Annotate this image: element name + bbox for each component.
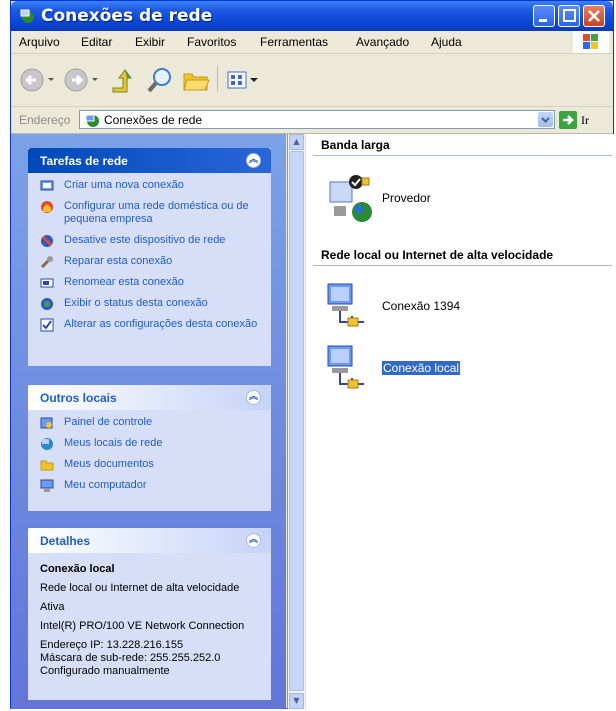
detail-status: Ativa xyxy=(40,601,65,613)
scroll-up-button[interactable]: ▲ xyxy=(289,134,304,150)
scroll-down-button[interactable]: ▼ xyxy=(289,693,304,709)
other-places-title: Outros locais xyxy=(40,391,117,405)
other-places-header[interactable]: Outros locais ︽ xyxy=(28,385,271,410)
rename-icon xyxy=(40,278,54,288)
views-button[interactable] xyxy=(225,66,261,94)
place-network-places[interactable]: Meus locais de rede xyxy=(40,437,261,450)
toolbar-separator xyxy=(217,66,218,92)
details-panel: Detalhes ︽ Conexão local Rede local ou I… xyxy=(28,528,271,700)
address-value: Conexões de rede xyxy=(104,113,203,127)
menu-favoritos[interactable]: Favoritos xyxy=(187,35,236,49)
task-repair-connection[interactable]: Reparar esta conexão xyxy=(40,255,261,269)
broadband-connection-icon xyxy=(329,175,372,222)
group-divider xyxy=(313,265,612,266)
new-connection-icon xyxy=(40,180,54,191)
group-divider xyxy=(313,155,612,156)
scroll-thumb[interactable] xyxy=(289,151,304,691)
toolbar xyxy=(11,54,613,107)
explorer-window: Conexões de rede Arquivo Editar Exibir F… xyxy=(10,0,614,709)
control-panel-icon xyxy=(40,417,53,429)
other-places-panel: Outros locais ︽ Painel de controle Meus … xyxy=(28,385,271,511)
group-broadband-title: Banda larga xyxy=(321,138,390,152)
home-network-icon xyxy=(41,201,53,213)
content-pane: ▲ ▼ Banda larga Provedor Rede local ou I… xyxy=(287,134,614,709)
computer-icon xyxy=(40,479,54,492)
group-lan-title: Rede local ou Internet de alta velocidad… xyxy=(321,248,554,262)
chevron-down-icon xyxy=(541,117,550,123)
back-button[interactable] xyxy=(19,66,55,94)
menu-bar: Arquivo Editar Exibir Favoritos Ferramen… xyxy=(11,31,613,54)
maximize-icon xyxy=(563,9,576,22)
details-header[interactable]: Detalhes ︽ xyxy=(28,528,271,553)
windows-logo xyxy=(573,31,609,53)
detail-config: Configurado manualmente xyxy=(40,665,170,677)
task-rename-connection[interactable]: Renomear esta conexão xyxy=(40,276,261,289)
up-folder-button[interactable] xyxy=(109,66,137,94)
lan-connection-icon xyxy=(327,283,364,327)
network-tasks-panel: Tarefas de rede ︽ Criar uma nova conexão… xyxy=(28,148,271,366)
task-setup-home-network[interactable]: Configurar uma rede doméstica ou de pequ… xyxy=(40,200,261,226)
connection-label-local: Conexão local xyxy=(382,361,461,375)
connection-item-local[interactable]: Conexão local xyxy=(324,344,584,394)
status-icon xyxy=(41,298,53,310)
task-change-settings[interactable]: Alterar as configurações desta conexão xyxy=(40,318,261,332)
detail-mask: Máscara de sub-rede: 255.255.252.0 xyxy=(40,652,221,664)
network-tasks-header[interactable]: Tarefas de rede ︽ xyxy=(28,148,271,173)
menu-avancado[interactable]: Avançado xyxy=(356,35,409,49)
network-connections-icon xyxy=(85,114,99,127)
connection-label-provedor: Provedor xyxy=(382,191,431,205)
task-view-status[interactable]: Exibir o status desta conexão xyxy=(40,297,261,310)
windows-flag-icon xyxy=(583,34,598,49)
menu-ajuda[interactable]: Ajuda xyxy=(431,35,462,49)
connection-item-1394[interactable]: Conexão 1394 xyxy=(324,282,584,332)
collapse-chevron-icon[interactable]: ︽ xyxy=(246,390,261,405)
minimize-button[interactable] xyxy=(533,5,555,27)
minimize-icon xyxy=(539,19,547,22)
lan-connection-icon xyxy=(327,345,364,389)
detail-name: Conexão local xyxy=(40,563,115,575)
address-bar: Endereço Conexões de rede Ir xyxy=(11,107,613,134)
network-places-icon xyxy=(41,438,53,450)
folder-icon xyxy=(40,460,54,471)
address-label: Endereço xyxy=(19,113,71,127)
menu-arquivo[interactable]: Arquivo xyxy=(19,35,60,49)
window-title: Conexões de rede xyxy=(41,6,213,26)
detail-ip: Endereço IP: 13.228.216.155 xyxy=(40,639,184,651)
collapse-chevron-icon[interactable]: ︽ xyxy=(246,153,261,168)
vertical-scrollbar[interactable]: ▲ ▼ xyxy=(288,134,306,709)
address-field[interactable]: Conexões de rede xyxy=(79,110,555,129)
place-my-documents[interactable]: Meus documentos xyxy=(40,458,261,471)
settings-icon xyxy=(40,318,54,332)
search-button[interactable] xyxy=(145,66,175,94)
close-icon xyxy=(588,10,600,22)
menu-editar[interactable]: Editar xyxy=(81,35,112,49)
connection-item-provedor[interactable]: Provedor xyxy=(324,174,584,224)
go-button[interactable] xyxy=(559,111,577,129)
connection-label-1394: Conexão 1394 xyxy=(382,299,461,313)
disable-device-icon xyxy=(41,235,53,247)
forward-button[interactable] xyxy=(63,66,99,94)
menu-exibir[interactable]: Exibir xyxy=(135,35,165,49)
address-dropdown-button[interactable] xyxy=(538,112,553,127)
repair-icon xyxy=(40,256,53,269)
menu-ferramentas[interactable]: Ferramentas xyxy=(260,35,328,49)
close-button[interactable] xyxy=(583,5,605,27)
place-my-computer[interactable]: Meu computador xyxy=(40,479,261,492)
folders-button[interactable] xyxy=(181,66,211,94)
network-connections-icon xyxy=(20,9,34,23)
go-arrow-icon xyxy=(563,115,574,125)
go-label[interactable]: Ir xyxy=(581,113,589,128)
title-bar[interactable]: Conexões de rede xyxy=(11,1,613,31)
details-title: Detalhes xyxy=(40,534,91,548)
task-disable-device[interactable]: Desative este dispositivo de rede xyxy=(40,234,261,247)
network-tasks-title: Tarefas de rede xyxy=(40,154,128,168)
place-control-panel[interactable]: Painel de controle xyxy=(40,416,261,429)
detail-type: Rede local ou Internet de alta velocidad… xyxy=(40,582,240,594)
detail-adapter: Intel(R) PRO/100 VE Network Connection xyxy=(40,620,245,632)
task-pane: Tarefas de rede ︽ Criar uma nova conexão… xyxy=(11,134,286,709)
task-create-connection[interactable]: Criar uma nova conexão xyxy=(40,179,261,192)
collapse-chevron-icon[interactable]: ︽ xyxy=(246,533,261,548)
maximize-button[interactable] xyxy=(558,5,580,27)
